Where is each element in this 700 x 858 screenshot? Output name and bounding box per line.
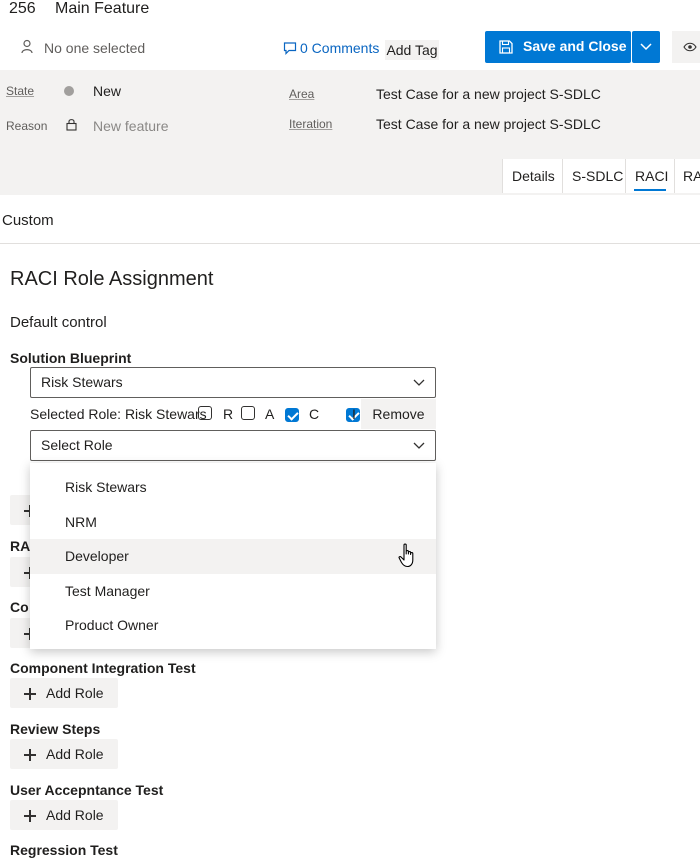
save-icon xyxy=(499,40,513,54)
plus-icon xyxy=(24,749,36,762)
reason-label: Reason xyxy=(6,119,48,133)
follow-button[interactable] xyxy=(672,31,700,63)
state-label: State xyxy=(6,84,35,98)
add-role-label: Add Role xyxy=(46,746,104,762)
dropdown-option-developer[interactable]: Developer xyxy=(30,539,436,574)
add-role-label: Add Role xyxy=(46,807,104,823)
iteration-value[interactable]: Test Case for a new project S-SDLC xyxy=(376,116,601,132)
dropdown-option-nrm[interactable]: NRM xyxy=(30,505,436,540)
tab-details[interactable]: Details xyxy=(502,159,564,193)
page-title: RACI Role Assignment xyxy=(10,268,214,290)
checkbox-a-label: A xyxy=(265,406,275,422)
section-regression-test: Regression Test xyxy=(10,842,118,858)
state-dot-icon xyxy=(64,86,74,96)
chevron-down-icon xyxy=(640,43,652,51)
select-role-placeholder: Select Role xyxy=(41,437,113,453)
add-tag-button[interactable]: Add Tag xyxy=(385,40,439,60)
dropdown-option-risk-stewars[interactable]: Risk Stewars xyxy=(30,470,436,505)
work-item-id: 256 xyxy=(9,0,36,17)
reason-value: New feature xyxy=(93,118,169,134)
plus-icon xyxy=(24,810,36,823)
section-co-partial: Co xyxy=(10,599,29,615)
default-control-heading: Default control xyxy=(10,314,107,331)
tab-s-sdlc[interactable]: S-SDLC xyxy=(562,159,633,193)
checkbox-a[interactable] xyxy=(241,406,255,420)
section-user-acceptance-test: User Accepntance Test xyxy=(10,782,164,798)
role-select-value: Risk Stewars xyxy=(41,374,123,390)
checkbox-c-label: C xyxy=(309,406,320,422)
checkbox-c[interactable] xyxy=(285,407,299,422)
add-role-button[interactable]: Add Role xyxy=(10,678,118,708)
save-options-dropdown[interactable] xyxy=(632,31,660,63)
comments-label: 0 Comments xyxy=(300,40,380,56)
state-value[interactable]: New xyxy=(93,83,121,99)
dropdown-option-test-manager[interactable]: Test Manager xyxy=(30,574,436,609)
section-ra-partial: RA xyxy=(10,538,31,554)
save-and-close-label: Save and Close xyxy=(523,38,627,54)
checkbox-r[interactable] xyxy=(198,406,212,420)
lock-icon xyxy=(66,119,77,131)
area-label: Area xyxy=(289,87,315,101)
checkbox-r-label: R xyxy=(223,406,234,422)
chevron-down-icon xyxy=(413,379,425,386)
role-dropdown-menu: Risk Stewars NRM Developer Test Manager … xyxy=(30,463,436,649)
tab-ra-overflow[interactable]: RA xyxy=(674,159,700,193)
remove-button[interactable]: Remove xyxy=(361,399,436,429)
checkbox-i-label: I xyxy=(352,406,356,422)
work-item-title[interactable]: Main Feature xyxy=(55,0,149,18)
person-icon xyxy=(21,39,33,54)
chevron-down-icon xyxy=(413,442,425,449)
dropdown-option-product-owner[interactable]: Product Owner xyxy=(30,608,436,643)
area-value[interactable]: Test Case for a new project S-SDLC xyxy=(376,86,601,102)
section-component-integration-test: Component Integration Test xyxy=(10,660,196,676)
role-select[interactable]: Risk Stewars xyxy=(30,367,436,398)
save-and-close-button[interactable]: Save and Close xyxy=(485,31,631,63)
tab-raci[interactable]: RACI xyxy=(625,159,678,193)
selected-role-text: Selected Role: Risk Stewars xyxy=(30,406,207,422)
plus-icon xyxy=(24,688,36,701)
section-solution-blueprint: Solution Blueprint xyxy=(10,350,132,366)
eye-icon xyxy=(683,42,697,52)
select-role-dropdown[interactable]: Select Role xyxy=(30,430,436,461)
custom-section-heading: Custom xyxy=(2,212,54,229)
active-tab-indicator xyxy=(634,189,666,191)
section-review-steps: Review Steps xyxy=(10,721,101,737)
comment-icon xyxy=(283,42,297,55)
add-role-button[interactable]: Add Role xyxy=(10,739,118,769)
hand-cursor-icon xyxy=(398,543,414,568)
assignee-label: No one selected xyxy=(44,40,146,56)
add-role-label: Add Role xyxy=(46,685,104,701)
iteration-label: Iteration xyxy=(289,117,333,131)
divider xyxy=(0,243,700,244)
add-role-button[interactable]: Add Role xyxy=(10,800,118,830)
